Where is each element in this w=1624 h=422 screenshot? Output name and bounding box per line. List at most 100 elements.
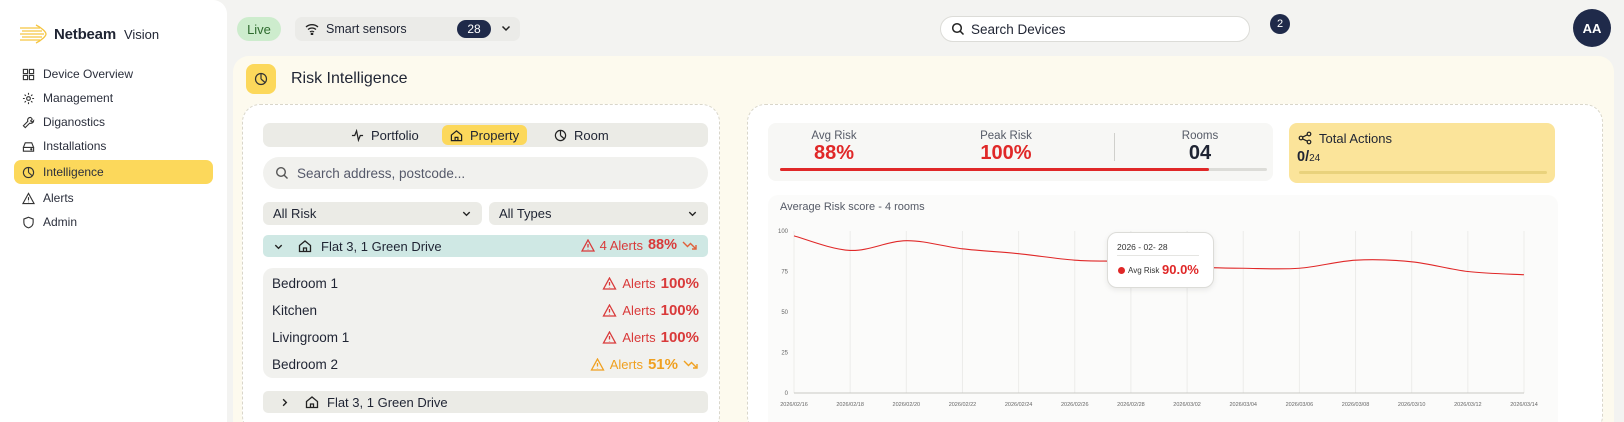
sidebar-item-intelligence[interactable]: Intelligence (14, 160, 213, 184)
risk-overview-panel: Avg Risk 88% Peak Risk 100% Rooms 04 Tot… (747, 104, 1603, 422)
y-tick-label: 100 (778, 229, 789, 235)
property-row-collapsed[interactable]: Flat 3, 1 Green Drive (263, 391, 708, 413)
sidebar-item-label: Intelligence (43, 165, 104, 179)
smart-sensors-dropdown[interactable]: Smart sensors 28 (295, 17, 520, 41)
tab-room[interactable]: Room (546, 125, 617, 145)
room-alerts: Alerts 51% (590, 356, 699, 373)
risk-filter-select[interactable]: All Risk (263, 202, 482, 225)
sidebar-item-label: Management (43, 91, 114, 105)
y-tick-label: 75 (781, 270, 788, 276)
sidebar-item-label: Admin (43, 215, 78, 229)
risk-chart: Average Risk score - 4 rooms 0 25 50 75 100 2… (768, 195, 1558, 422)
x-tick-label: 2026/03/14 (1510, 402, 1538, 408)
room-alert-label: Alerts (609, 356, 643, 372)
x-tick-label: 2026/02/16 (780, 402, 808, 408)
room-name: Bedroom 2 (272, 356, 339, 372)
sidebar-item-alerts[interactable]: Alerts (14, 186, 213, 210)
room-alert-label: Alerts (622, 275, 656, 291)
total-actions-card[interactable]: Total Actions 0/24 (1289, 123, 1555, 183)
home-icon (450, 129, 463, 141)
room-risk-pct: 100% (660, 274, 699, 292)
share-icon (1298, 131, 1312, 145)
total-actions-title: Total Actions (1319, 131, 1392, 146)
room-name: Livingroom 1 (272, 329, 350, 345)
property-name: Flat 3, 1 Green Drive (321, 239, 442, 254)
x-tick-label: 2026/02/24 (1005, 402, 1033, 408)
tooltip-series-dot (1118, 267, 1125, 274)
x-tick-label: 2026/02/20 (893, 402, 921, 408)
brand-name: Netbeam (54, 25, 116, 43)
chevron-down-icon[interactable] (500, 22, 512, 34)
type-filter-value: All Types (499, 206, 552, 221)
room-risk-pct: 51% (647, 355, 678, 373)
search-icon (275, 166, 288, 179)
divider (1114, 133, 1115, 161)
sidebar-item-admin[interactable]: Admin (14, 210, 213, 234)
live-badge: Live (237, 17, 281, 41)
avg-risk-value: 88% (813, 142, 855, 164)
x-tick-label: 2026/02/18 (836, 402, 864, 408)
activity-icon (351, 128, 364, 142)
brand-logo[interactable]: Netbeam Vision (18, 22, 213, 46)
device-search-input[interactable]: Search Devices (940, 16, 1250, 42)
x-tick-label: 2026/03/10 (1398, 402, 1426, 408)
sidebar: Netbeam Vision Device Overview Managemen… (0, 0, 227, 422)
sidebar-item-device-overview[interactable]: Device Overview (14, 62, 213, 86)
notification-badge[interactable]: 2 (1270, 14, 1290, 34)
list-item[interactable]: Bedroom 1 Alerts 100% (272, 272, 699, 294)
y-tick-label: 0 (785, 391, 789, 397)
page-title: Risk Intelligence (291, 70, 408, 87)
warning-icon (602, 303, 617, 317)
x-tick-label: 2026/03/06 (1286, 402, 1314, 408)
sidebar-item-label: Device Overview (43, 67, 134, 81)
rooms-value: 04 (1188, 142, 1212, 164)
rooms-label: Rooms (1181, 130, 1219, 142)
gear-icon (22, 92, 35, 104)
actions-done: 0/ (1297, 149, 1310, 165)
warning-icon (580, 238, 595, 252)
sidebar-item-label: Diganostics (43, 115, 106, 129)
tab-label: Portfolio (371, 127, 419, 143)
tab-label: Property (470, 127, 520, 143)
actions-progress-bar (1299, 171, 1547, 174)
room-risk-pct: 100% (660, 301, 699, 319)
type-filter-select[interactable]: All Types (489, 202, 708, 225)
address-search-input[interactable]: Search address, postcode... (263, 157, 708, 189)
wrench-icon (22, 116, 35, 128)
chart-pie-icon (22, 166, 35, 178)
risk-line-chart: 0 25 50 75 100 2026/02/16 2026/02/18 2026/02/20… (778, 229, 1538, 408)
room-alerts: Alerts 100% (602, 302, 699, 319)
y-tick-label: 25 (781, 351, 788, 357)
tab-portfolio[interactable]: Portfolio (343, 125, 427, 145)
risk-intelligence-icon (246, 64, 276, 94)
sidebar-item-diagnostics[interactable]: Diganostics (14, 110, 213, 134)
list-item[interactable]: Kitchen Alerts 100% (272, 299, 699, 321)
room-alert-label: Alerts (622, 302, 656, 318)
tab-label: Room (574, 127, 609, 143)
chevron-right-icon[interactable] (279, 397, 290, 408)
property-panel: Portfolio Property Room Search address, … (242, 104, 720, 422)
avg-risk-label: Avg Risk (811, 130, 857, 142)
user-avatar[interactable]: AA (1573, 9, 1611, 47)
tooltip-value: 90.0% (1162, 262, 1199, 277)
trend-down-icon (683, 360, 698, 369)
property-row-expanded[interactable]: Flat 3, 1 Green Drive 4 Alerts 88% (263, 235, 708, 257)
total-actions-count: 0/24 (1297, 149, 1320, 165)
chevron-down-icon (688, 211, 697, 217)
grid-icon (22, 68, 35, 80)
list-item[interactable]: Livingroom 1 Alerts 100% (272, 326, 699, 348)
brand-sub: Vision (123, 26, 160, 42)
sidebar-item-installations[interactable]: Installations (14, 134, 213, 158)
tab-property[interactable]: Property (442, 125, 528, 145)
peak-risk-value: 100% (980, 142, 1032, 164)
property-alert-count: 4 Alerts (599, 237, 643, 253)
topbar: Live Smart sensors 28 Search Devices 2 A… (227, 0, 1624, 56)
address-search-placeholder: Search address, postcode... (297, 165, 466, 181)
chevron-down-icon (462, 211, 471, 217)
sidebar-item-management[interactable]: Management (14, 86, 213, 110)
property-name: Flat 3, 1 Green Drive (327, 395, 448, 410)
chevron-down-icon[interactable] (273, 241, 284, 252)
shield-icon (23, 216, 34, 228)
list-item[interactable]: Bedroom 2 Alerts 51% (272, 353, 699, 375)
peak-risk-label: Peak Risk (980, 130, 1032, 142)
